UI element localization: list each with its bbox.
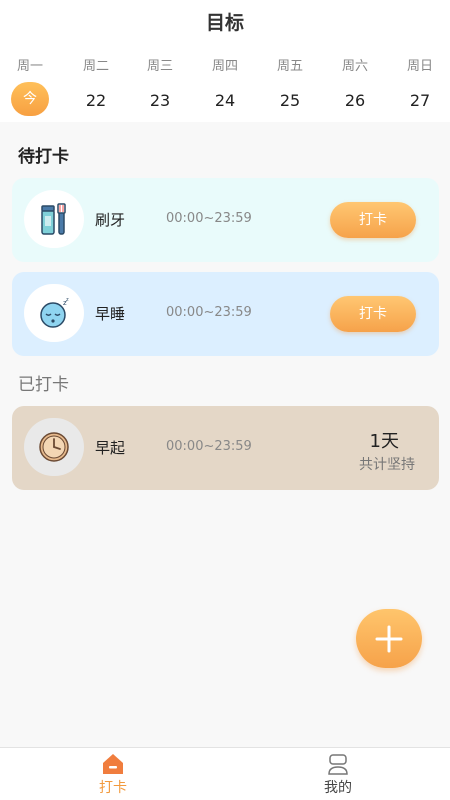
weekday-label: 周日 [406,59,433,74]
check-in-button[interactable]: 打卡 [330,296,416,332]
day-mon[interactable]: 周一 今 [10,58,50,116]
date-number[interactable]: 24 [206,84,244,118]
habit-card-early-rise[interactable]: 早起 00:00~23:59 1天 共计坚持 [12,406,439,490]
sleeping-face-icon: z z [24,284,84,342]
toothbrush-icon [24,190,84,248]
week-strip: 周一 今 周二 22 周三 23 周四 24 周五 25 周六 26 周日 27 [0,58,450,118]
day-fri[interactable]: 周五 25 [270,58,310,118]
habit-name: 刷牙 [95,211,126,229]
weekday-label: 周二 [82,59,109,74]
habit-time-range: 00:00~23:59 [166,305,252,320]
tab-check-in[interactable]: 打卡 [53,748,173,800]
streak-count: 1天 [369,431,399,452]
habit-card-brush-teeth[interactable]: 刷牙 00:00~23:59 打卡 [12,178,439,262]
habit-time-range: 00:00~23:59 [166,211,252,226]
home-icon [103,754,123,774]
habit-name: 早睡 [95,305,126,323]
day-sun[interactable]: 周日 27 [400,58,440,118]
clock-icon [24,418,84,476]
tab-label: 打卡 [99,780,127,796]
weekday-label: 周三 [146,59,173,74]
day-thu[interactable]: 周四 24 [205,58,245,118]
weekday-label: 周四 [211,59,238,74]
weekday-label: 周六 [341,59,368,74]
date-number[interactable]: 27 [401,84,439,118]
top-header: 目标 周一 今 周二 22 周三 23 周四 24 周五 25 周六 26 周日… [0,0,450,122]
check-in-button[interactable]: 打卡 [330,202,416,238]
date-number[interactable]: 26 [336,84,374,118]
date-number[interactable]: 23 [141,84,179,118]
habit-card-early-sleep[interactable]: z z 早睡 00:00~23:59 打卡 [12,272,439,356]
date-number[interactable]: 22 [77,84,115,118]
done-section-title: 已打卡 [18,375,69,395]
date-number[interactable]: 25 [271,84,309,118]
day-wed[interactable]: 周三 23 [140,58,180,118]
weekday-label: 周五 [276,59,303,74]
pending-section-title: 待打卡 [18,147,69,167]
tab-label: 我的 [324,780,352,796]
streak-label: 共计坚持 [359,457,415,473]
habit-time-range: 00:00~23:59 [166,439,252,454]
day-tue[interactable]: 周二 22 [76,58,116,118]
user-icon [328,754,348,775]
page-title: 目标 [205,12,244,34]
habit-name: 早起 [95,439,126,457]
weekday-label: 周一 [16,59,43,74]
day-sat[interactable]: 周六 26 [335,58,375,118]
add-habit-button[interactable] [356,609,422,668]
svg-text:z: z [66,297,69,303]
tab-mine[interactable]: 我的 [278,748,398,800]
today-badge[interactable]: 今 [11,82,49,116]
bottom-tab-bar: 打卡 我的 [0,747,450,800]
plus-icon [375,625,403,652]
